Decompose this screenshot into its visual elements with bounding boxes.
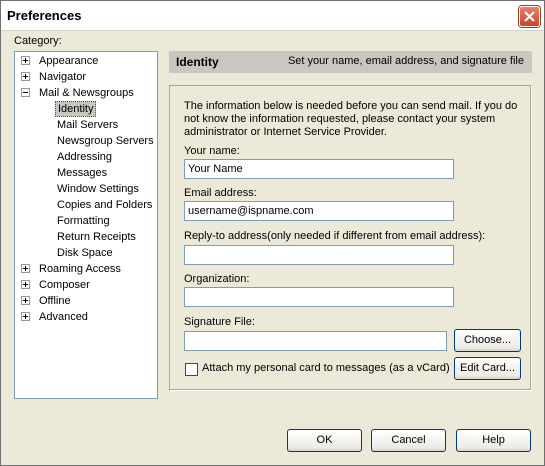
close-button[interactable] (519, 6, 540, 27)
expand-icon[interactable] (21, 264, 30, 273)
collapse-icon[interactable] (21, 88, 30, 97)
tree-item-advanced[interactable]: Advanced (15, 309, 155, 325)
tree-item-messages[interactable]: Messages (15, 165, 155, 181)
tree-item-label: Mail Servers (57, 119, 119, 131)
email-field[interactable]: username@ispname.com (184, 201, 454, 221)
tree-item-navigator[interactable]: Navigator (15, 69, 155, 85)
choose-button[interactable]: Choose... (454, 329, 521, 352)
tree-item-copies-and-folders[interactable]: Copies and Folders (15, 197, 155, 213)
tree-item-label: Messages (57, 167, 108, 179)
tree-item-disk-space[interactable]: Disk Space (15, 245, 155, 261)
tree-item-label: Mail & Newsgroups (39, 87, 134, 99)
tree-item-label: Navigator (39, 71, 87, 83)
expand-icon[interactable] (21, 280, 30, 289)
expand-icon[interactable] (21, 312, 30, 321)
tree-item-label: Formatting (57, 215, 110, 227)
reply-to-field[interactable] (184, 245, 454, 265)
tree-item-label: Identity (55, 101, 97, 117)
category-label: Category: (14, 35, 62, 47)
tree-item-label: Window Settings (57, 183, 139, 195)
tree-item-label: Return Receipts (57, 231, 136, 243)
title-bar[interactable]: Preferences (1, 1, 544, 31)
panel-header: Identity Set your name, email address, a… (169, 51, 532, 73)
tree-item-label: Roaming Access (39, 263, 121, 275)
tree-item-mail-newsgroups[interactable]: Mail & Newsgroups (15, 85, 155, 101)
cancel-button[interactable]: Cancel (371, 429, 446, 452)
tree-item-newsgroup-servers[interactable]: Newsgroup Servers (15, 133, 155, 149)
expand-icon[interactable] (21, 56, 30, 65)
tree-item-label: Offline (39, 295, 71, 307)
panel-title: Identity (176, 55, 219, 69)
tree-item-label: Advanced (39, 311, 88, 323)
tree-item-composer[interactable]: Composer (15, 277, 155, 293)
tree-item-mail-servers[interactable]: Mail Servers (15, 117, 155, 133)
info-text: The information below is needed before y… (184, 100, 518, 138)
organization-field[interactable] (184, 287, 454, 307)
tree-item-label: Copies and Folders (57, 199, 153, 211)
signature-label: Signature File: (184, 316, 255, 328)
ok-button[interactable]: OK (287, 429, 362, 452)
your-name-label: Your name: (184, 145, 240, 157)
your-name-field[interactable]: Your Name (184, 159, 454, 179)
window-title: Preferences (7, 8, 82, 23)
reply-to-label: Reply-to address(only needed if differen… (184, 230, 486, 242)
tree-item-return-receipts[interactable]: Return Receipts (15, 229, 155, 245)
close-icon (524, 11, 535, 22)
tree-item-offline[interactable]: Offline (15, 293, 155, 309)
help-button[interactable]: Help (456, 429, 531, 452)
edit-card-button[interactable]: Edit Card... (454, 357, 521, 380)
organization-label: Organization: (184, 273, 250, 285)
tree-item-appearance[interactable]: Appearance (15, 53, 155, 69)
vcard-checkbox[interactable] (185, 363, 198, 376)
expand-icon[interactable] (21, 72, 30, 81)
expand-icon[interactable] (21, 296, 30, 305)
tree-item-addressing[interactable]: Addressing (15, 149, 155, 165)
tree-item-label: Composer (39, 279, 90, 291)
tree-item-window-settings[interactable]: Window Settings (15, 181, 155, 197)
tree-item-label: Disk Space (57, 247, 113, 259)
tree-item-label: Addressing (57, 151, 113, 163)
vcard-label: Attach my personal card to messages (as … (202, 362, 450, 374)
signature-field[interactable] (184, 331, 447, 351)
tree-item-roaming-access[interactable]: Roaming Access (15, 261, 155, 277)
email-label: Email address: (184, 187, 257, 199)
tree-item-label: Appearance (39, 55, 99, 67)
tree-item-label: Newsgroup Servers (57, 135, 154, 147)
category-tree[interactable]: Appearance Navigator Mail & Newsgroups Iden… (14, 51, 158, 399)
panel-description: Set your name, email address, and signat… (287, 55, 524, 67)
tree-item-identity[interactable]: Identity (15, 101, 155, 117)
tree-item-formatting[interactable]: Formatting (15, 213, 155, 229)
